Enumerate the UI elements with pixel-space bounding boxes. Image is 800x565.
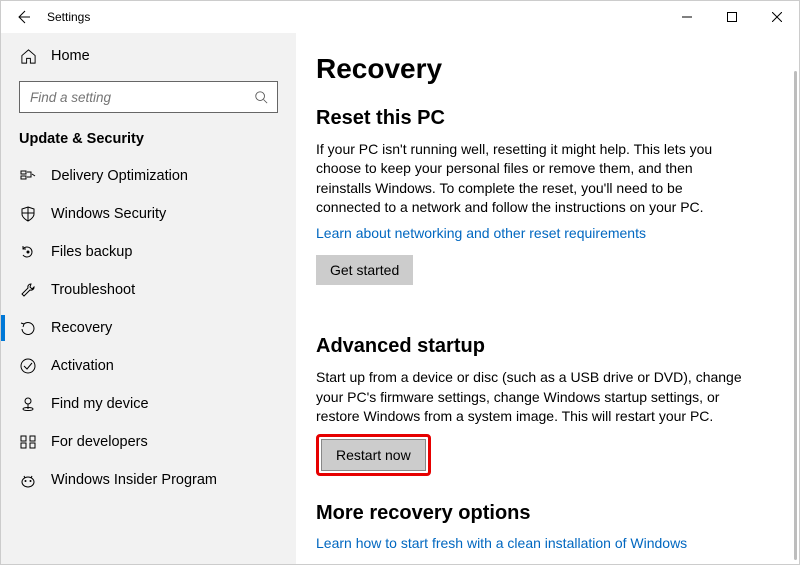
sidebar: Home Update & Security Delivery Optimiza… — [1, 33, 296, 564]
delivery-icon — [19, 167, 37, 185]
more-heading: More recovery options — [316, 502, 769, 525]
sidebar-item-label: Recovery — [51, 320, 112, 336]
reset-link[interactable]: Learn about networking and other reset r… — [316, 225, 646, 241]
sidebar-item-recovery[interactable]: Recovery — [19, 309, 278, 347]
get-started-button[interactable]: Get started — [316, 255, 413, 285]
sidebar-item-label: Windows Security — [51, 206, 166, 222]
minimize-button[interactable] — [664, 2, 709, 32]
sidebar-item-files-backup[interactable]: Files backup — [19, 233, 278, 271]
search-icon — [245, 90, 277, 104]
search-input[interactable] — [20, 90, 245, 105]
restart-now-button[interactable]: Restart now — [321, 439, 426, 471]
sidebar-item-activation[interactable]: Activation — [19, 347, 278, 385]
advanced-text: Start up from a device or disc (such as … — [316, 368, 746, 426]
more-link[interactable]: Learn how to start fresh with a clean in… — [316, 535, 687, 551]
recovery-icon — [19, 319, 37, 337]
backup-icon — [19, 243, 37, 261]
close-button[interactable] — [754, 2, 799, 32]
more-section: More recovery options Learn how to start… — [316, 502, 769, 564]
check-circle-icon — [19, 357, 37, 375]
scrollbar[interactable] — [794, 71, 797, 560]
advanced-section: Advanced startup Start up from a device … — [316, 335, 769, 476]
sidebar-item-label: Files backup — [51, 244, 132, 260]
sidebar-item-label: Delivery Optimization — [51, 168, 188, 184]
sidebar-item-delivery-optimization[interactable]: Delivery Optimization — [19, 157, 278, 195]
sidebar-item-label: Find my device — [51, 396, 149, 412]
home-link[interactable]: Home — [19, 33, 278, 75]
main-content: Recovery Reset this PC If your PC isn't … — [296, 33, 799, 564]
sidebar-item-troubleshoot[interactable]: Troubleshoot — [19, 271, 278, 309]
shield-icon — [19, 205, 37, 223]
restart-highlight: Restart now — [316, 434, 431, 476]
developers-icon — [19, 433, 37, 451]
sidebar-item-label: For developers — [51, 434, 148, 450]
advanced-heading: Advanced startup — [316, 335, 769, 358]
reset-section: Reset this PC If your PC isn't running w… — [316, 107, 769, 315]
sidebar-item-find-my-device[interactable]: Find my device — [19, 385, 278, 423]
sidebar-item-windows-security[interactable]: Windows Security — [19, 195, 278, 233]
wrench-icon — [19, 281, 37, 299]
sidebar-item-label: Windows Insider Program — [51, 472, 217, 488]
insider-icon — [19, 471, 37, 489]
reset-text: If your PC isn't running well, resetting… — [316, 140, 746, 217]
window-title: Settings — [47, 10, 90, 24]
location-icon — [19, 395, 37, 413]
search-box[interactable] — [19, 81, 278, 113]
maximize-button[interactable] — [709, 2, 754, 32]
home-label: Home — [51, 48, 90, 64]
title-bar: Settings — [1, 1, 799, 33]
sidebar-item-label: Troubleshoot — [51, 282, 135, 298]
reset-heading: Reset this PC — [316, 107, 769, 130]
back-icon[interactable] — [15, 9, 31, 25]
nav-group-title: Update & Security — [19, 131, 278, 147]
sidebar-item-for-developers[interactable]: For developers — [19, 423, 278, 461]
page-title: Recovery — [316, 53, 769, 85]
sidebar-item-label: Activation — [51, 358, 114, 374]
home-icon — [19, 47, 37, 65]
sidebar-item-windows-insider[interactable]: Windows Insider Program — [19, 461, 278, 499]
